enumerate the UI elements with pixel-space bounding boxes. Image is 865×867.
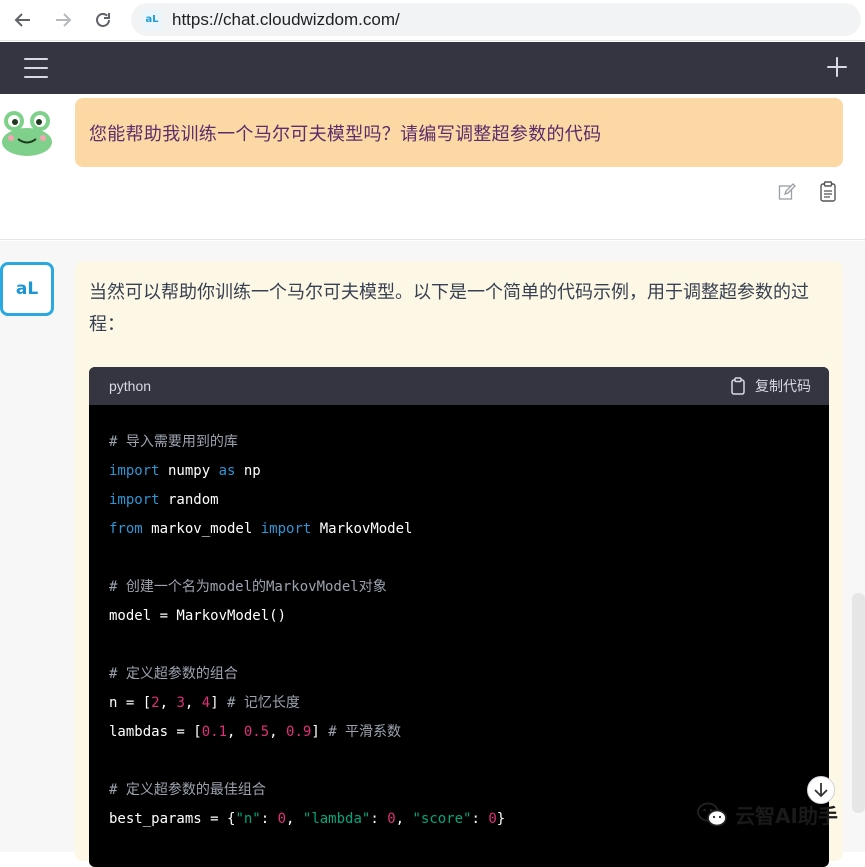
clipboard-icon [731, 377, 745, 395]
code-token: # 记忆长度 [227, 695, 300, 711]
code-line: import random [109, 486, 829, 515]
code-token: "lambda" [302, 811, 371, 827]
menu-icon[interactable] [24, 58, 48, 78]
code-token: numpy [159, 463, 219, 479]
browser-toolbar: aL https://chat.cloudwizdom.com/ [0, 0, 865, 41]
arrow-down-icon [814, 783, 828, 798]
code-token: markov_model [142, 521, 261, 537]
code-token: 4 [201, 695, 211, 711]
wechat-icon [697, 802, 727, 826]
edit-icon[interactable] [778, 183, 796, 201]
code-language-label: python [109, 378, 152, 394]
code-token: n = [ [109, 695, 152, 711]
site-favicon-icon: aL [142, 9, 162, 30]
code-token: ] [311, 724, 329, 740]
code-token: # 平滑系数 [328, 724, 402, 740]
code-header: python 复制代码 [89, 367, 829, 405]
code-token: , [159, 695, 177, 711]
app-header [0, 42, 865, 94]
code-line: from markov_model import MarkovModel [109, 515, 829, 544]
code-token: : [471, 811, 489, 827]
code-line: # 导入需要用到的库 [109, 428, 829, 457]
code-token: best_params = { [109, 811, 236, 827]
code-token: : [370, 811, 388, 827]
new-chat-plus-icon[interactable] [824, 54, 850, 80]
assistant-message-row: aL 当然可以帮助你训练一个马尔可夫模型。以下是一个简单的代码示例，用于调整超参… [0, 241, 865, 867]
frog-avatar [0, 108, 54, 156]
code-token: # 导入需要用到的库 [109, 434, 238, 450]
user-message-bubble: 您能帮助我训练一个马尔可夫模型吗？请编写调整超参数的代码 [75, 98, 843, 167]
code-token: "score" [412, 811, 472, 827]
ai-avatar-label: aL [15, 279, 39, 299]
watermark: 云智AI助手 [697, 800, 838, 829]
code-token: : [260, 811, 278, 827]
code-content: # 导入需要用到的库 import numpy as np import rando… [89, 405, 829, 834]
assistant-intro-text: 当然可以帮助你训练一个马尔可夫模型。以下是一个简单的代码示例，用于调整超参数的过… [89, 282, 809, 335]
watermark-text: 云智AI助手 [735, 804, 838, 828]
code-token: 0.9 [286, 724, 312, 740]
code-token: import [260, 521, 312, 537]
user-message-text: 您能帮助我训练一个马尔可夫模型吗？请编写调整超参数的代码 [89, 123, 602, 145]
code-token: from [109, 521, 143, 537]
code-token: random [159, 492, 219, 508]
code-line: # 创建一个名为model的MarkovModel对象 [109, 573, 829, 602]
url-text[interactable]: https://chat.cloudwizdom.com/ [172, 10, 400, 30]
copy-code-label: 复制代码 [755, 379, 811, 395]
code-token: "n" [235, 811, 261, 827]
code-token: # 定义超参数的组合 [109, 666, 238, 682]
scrollbar-thumb[interactable] [852, 593, 865, 813]
code-token: , [269, 724, 287, 740]
code-token: np [235, 463, 261, 479]
code-block: python 复制代码 # 导入需要用到的库 import numpy as np… [89, 367, 829, 867]
code-token: import [109, 492, 160, 508]
code-token: 0 [488, 811, 497, 827]
address-bar[interactable]: aL https://chat.cloudwizdom.com/ [131, 3, 861, 36]
back-arrow-icon[interactable] [10, 7, 36, 33]
code-token: # 定义超参数的最佳组合 [109, 782, 266, 798]
code-token: import [109, 463, 160, 479]
code-token: , [227, 724, 244, 740]
code-token: 0.5 [243, 724, 270, 740]
code-token: 0 [387, 811, 396, 827]
code-token: 3 [176, 695, 185, 711]
code-line: model = MarkovModel() [109, 602, 829, 631]
code-token: 0.1 [201, 724, 228, 740]
ai-avatar: aL [0, 262, 54, 316]
code-token: 2 [151, 695, 160, 711]
code-token: , [286, 811, 303, 827]
reload-icon[interactable] [90, 7, 116, 33]
code-token: 0 [277, 811, 287, 827]
user-message-row: 您能帮助我训练一个马尔可夫模型吗？请编写调整超参数的代码 [0, 94, 865, 240]
code-token: lambdas = [ [109, 724, 202, 740]
code-token: , [184, 695, 202, 711]
code-line: lambdas = [0.1, 0.5, 0.9] # 平滑系数 [109, 718, 829, 747]
code-token: , [395, 811, 413, 827]
copy-code-button[interactable]: 复制代码 [731, 376, 811, 396]
code-line: import numpy as np [109, 457, 829, 486]
code-token: } [496, 811, 506, 827]
assistant-message-bubble: 当然可以帮助你训练一个马尔可夫模型。以下是一个简单的代码示例，用于调整超参数的过… [75, 261, 843, 867]
code-line: # 定义超参数的组合 [109, 660, 829, 689]
code-line: n = [2, 3, 4] # 记忆长度 [109, 689, 829, 718]
code-token: # 创建一个名为model的MarkovModel对象 [109, 579, 387, 595]
code-token: model = MarkovModel() [109, 608, 287, 624]
clipboard-icon[interactable] [820, 181, 836, 202]
code-token: ] [210, 695, 228, 711]
code-token: as [218, 463, 236, 479]
forward-arrow-icon[interactable] [50, 7, 76, 33]
code-token: MarkovModel [311, 521, 413, 537]
